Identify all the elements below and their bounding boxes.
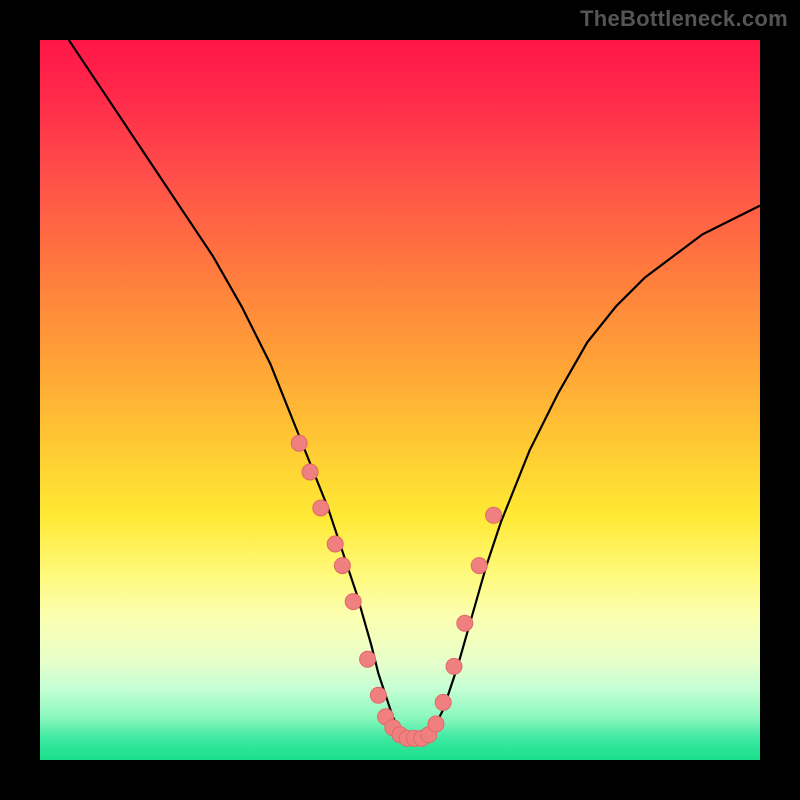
data-marker — [471, 558, 487, 574]
data-marker — [334, 558, 350, 574]
chart-frame: TheBottleneck.com — [0, 0, 800, 800]
data-marker — [486, 507, 502, 523]
data-marker — [345, 594, 361, 610]
data-marker — [457, 615, 473, 631]
data-marker — [327, 536, 343, 552]
plot-area — [40, 40, 760, 760]
chart-svg — [40, 40, 760, 760]
data-marker — [291, 435, 307, 451]
marker-group — [291, 435, 501, 746]
data-marker — [446, 658, 462, 674]
watermark-text: TheBottleneck.com — [580, 6, 788, 32]
data-marker — [428, 716, 444, 732]
data-marker — [370, 687, 386, 703]
data-marker — [302, 464, 318, 480]
data-marker — [360, 651, 376, 667]
data-marker — [435, 694, 451, 710]
curve-line — [69, 40, 760, 738]
data-marker — [313, 500, 329, 516]
